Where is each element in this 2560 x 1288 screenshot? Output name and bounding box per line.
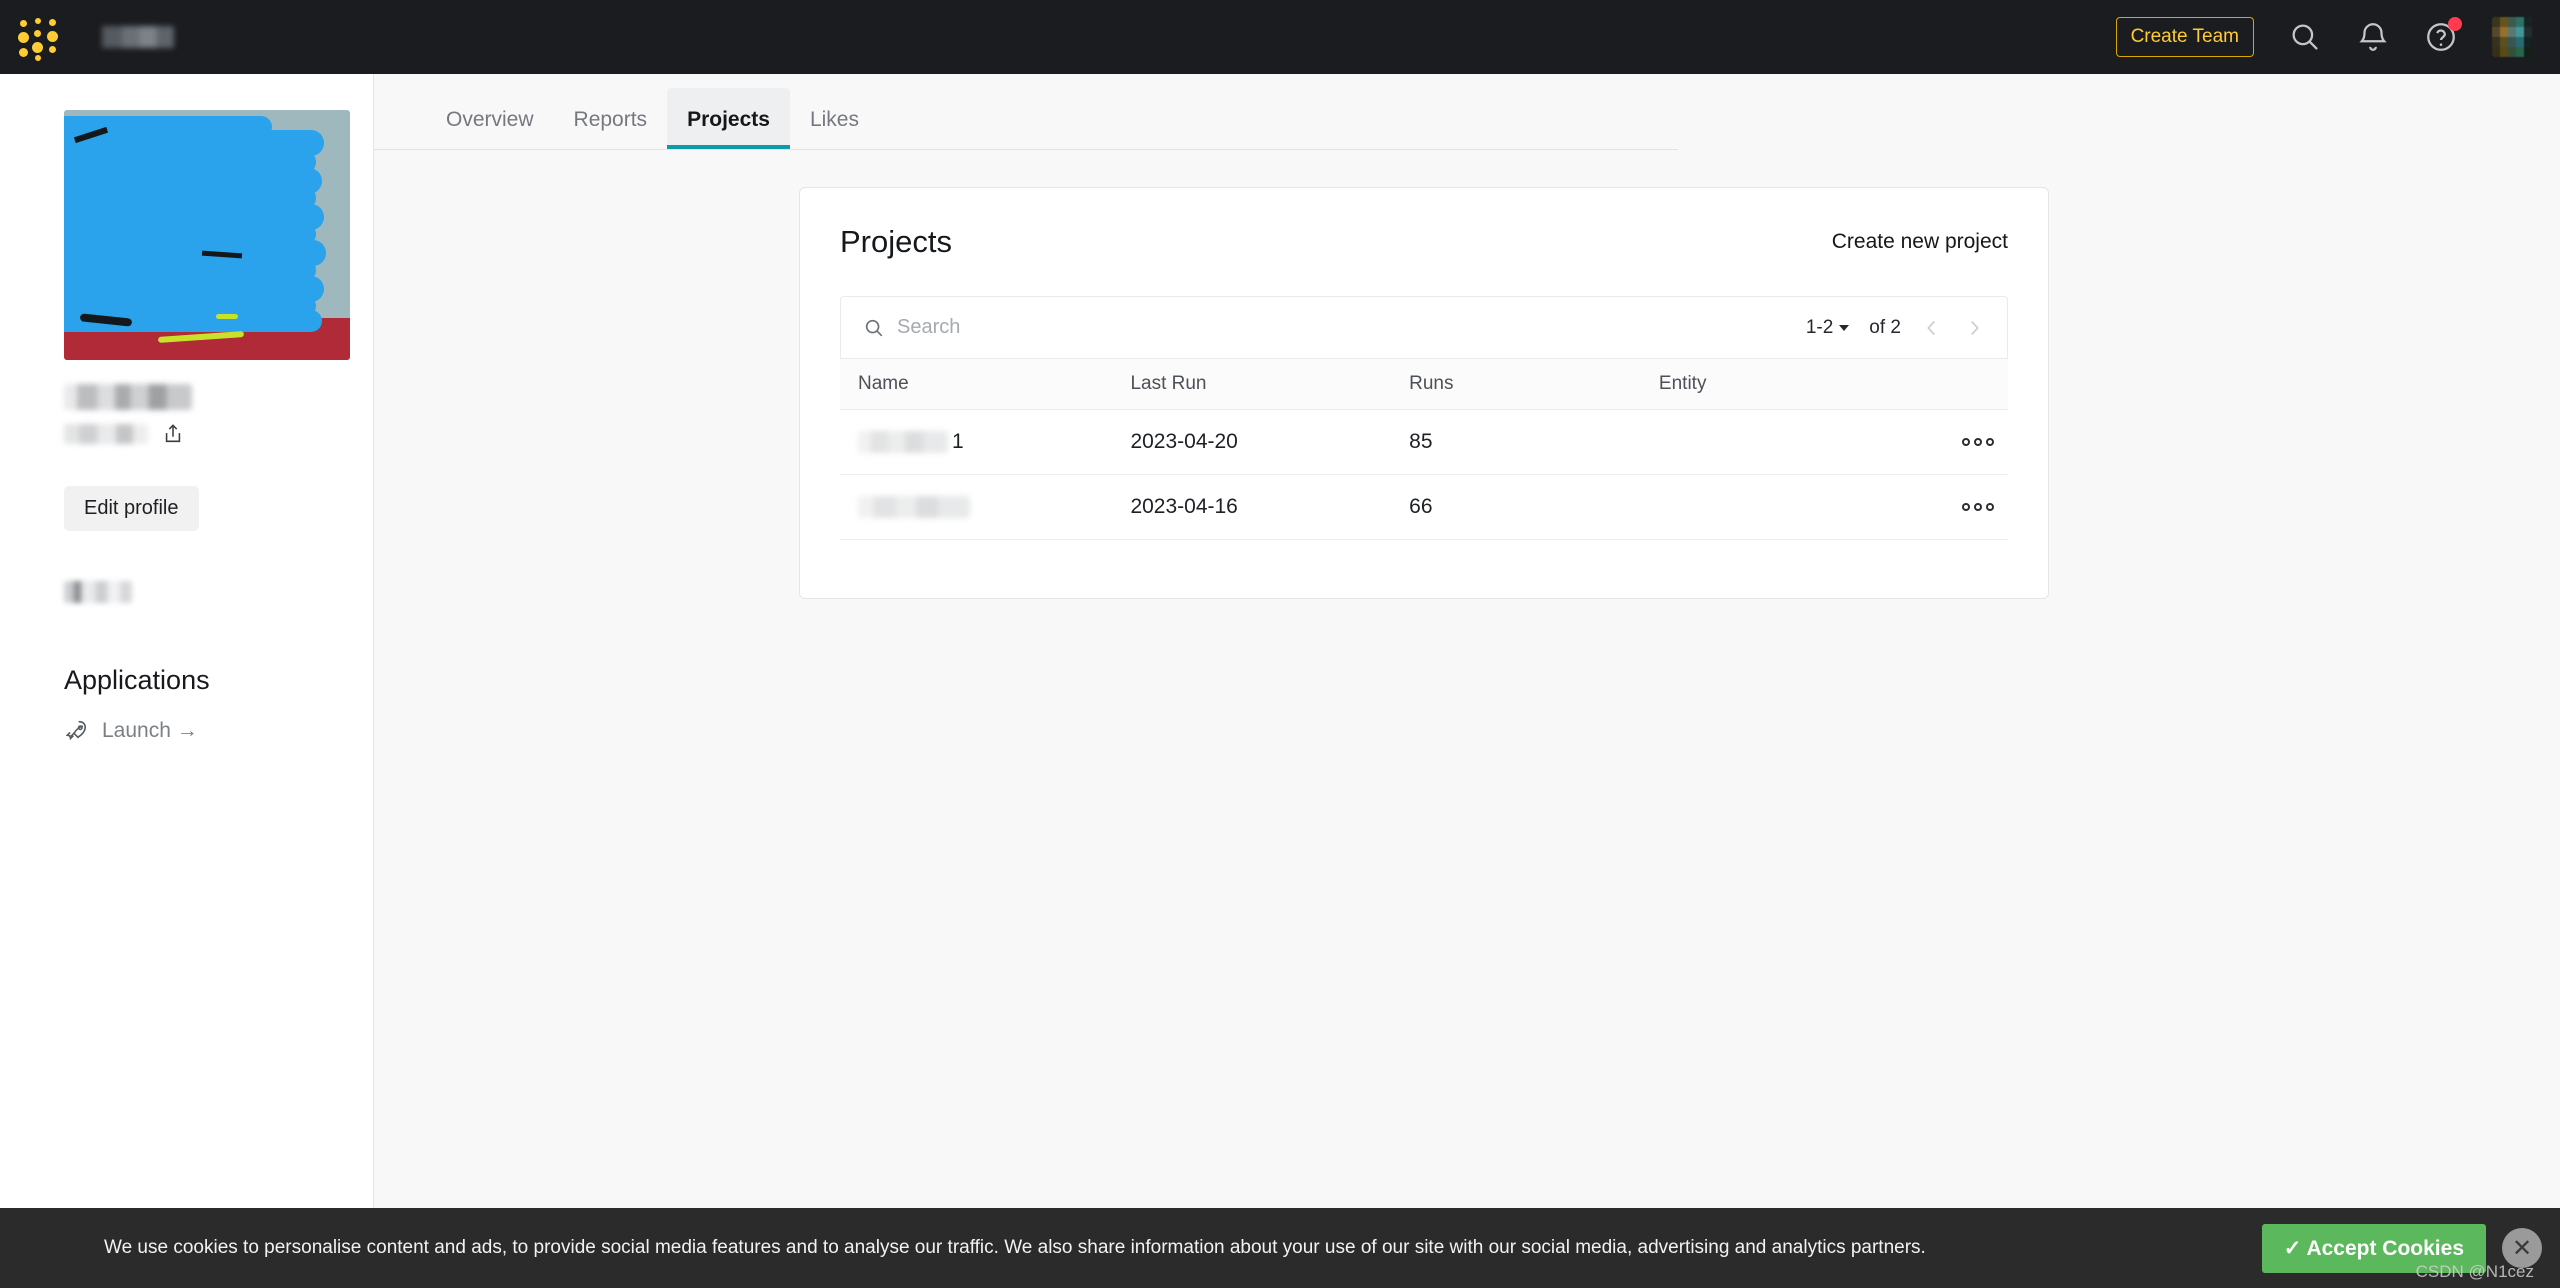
cookie-message: We use cookies to personalise content an…: [104, 1237, 1926, 1258]
tab-overview[interactable]: Overview: [426, 108, 554, 149]
column-header-runs[interactable]: Runs: [1391, 358, 1641, 410]
kebab-menu-icon[interactable]: [1947, 438, 2008, 446]
nav-username-redacted[interactable]: [102, 26, 174, 48]
accept-cookies-button[interactable]: ✓ Accept Cookies: [2261, 1223, 2486, 1273]
cell-entity: [1640, 409, 1929, 475]
cell-last-run: 2023-04-16: [1112, 474, 1392, 540]
profile-display-name-redacted: [64, 384, 192, 410]
nav-right-actions: Create Team: [2115, 17, 2532, 57]
tab-projects[interactable]: Projects: [667, 88, 790, 149]
profile-image-redacted[interactable]: [64, 110, 350, 360]
column-header-entity[interactable]: Entity: [1640, 358, 1929, 410]
user-avatar[interactable]: [2492, 17, 2532, 57]
table-row[interactable]: 2023-04-16 66: [840, 474, 2008, 540]
close-icon[interactable]: ✕: [2502, 1228, 2542, 1268]
cell-last-run: 2023-04-20: [1112, 409, 1392, 475]
cookie-actions: ✓ Accept Cookies ✕: [2261, 1223, 2542, 1273]
kebab-menu-icon[interactable]: [1947, 503, 2008, 511]
chevron-left-icon[interactable]: [1921, 317, 1943, 339]
top-navigation-bar: Create Team: [0, 0, 2560, 74]
pagination-total-label: of 2: [1869, 316, 1901, 338]
cell-entity: [1640, 474, 1929, 540]
cell-project-name[interactable]: [840, 474, 1113, 540]
pagination-range-dropdown[interactable]: 1-2: [1805, 316, 1850, 339]
page-body: Edit profile Applications Launch → Overv…: [0, 74, 2560, 1288]
rocket-icon: [64, 718, 90, 744]
main-content: Overview Reports Projects Likes Projects…: [374, 74, 2560, 1288]
pagination-controls: 1-2 of 2: [1806, 317, 1985, 339]
cookie-consent-banner: We use cookies to personalise content an…: [0, 1208, 2560, 1288]
pagination-range-label: 1-2: [1805, 316, 1834, 338]
projects-card: Projects Create new project 1-2: [799, 187, 2049, 599]
table-row[interactable]: 1 2023-04-20 85: [840, 409, 2008, 475]
cell-runs: 85: [1391, 409, 1641, 475]
search-input[interactable]: [897, 316, 1317, 339]
column-header-last-run[interactable]: Last Run: [1112, 358, 1392, 410]
profile-sidebar: Edit profile Applications Launch →: [0, 74, 374, 1288]
cell-runs: 66: [1391, 474, 1641, 540]
create-team-button[interactable]: Create Team: [2115, 17, 2254, 57]
table-header-row: Name Last Run Runs Entity: [840, 358, 2008, 410]
column-header-actions: [1928, 358, 2008, 410]
project-name-redacted: [858, 431, 948, 453]
create-new-project-button[interactable]: Create new project: [1832, 230, 2008, 254]
edit-profile-button[interactable]: Edit profile: [64, 486, 199, 531]
chevron-right-icon[interactable]: [1963, 317, 1985, 339]
profile-handle-row: [64, 422, 373, 446]
share-icon[interactable]: [162, 422, 184, 446]
projects-toolbar: 1-2 of 2: [840, 296, 2008, 358]
search-icon: [863, 317, 885, 339]
profile-handle-redacted: [64, 424, 148, 444]
bell-icon[interactable]: [2356, 20, 2390, 54]
search-wrapper: [863, 316, 1806, 339]
launch-label: Launch →: [102, 719, 198, 742]
page-title: Projects: [840, 224, 952, 259]
project-name-redacted: [858, 496, 970, 518]
applications-heading: Applications: [64, 665, 210, 695]
launch-application-link[interactable]: Launch →: [64, 718, 373, 744]
projects-table: Name Last Run Runs Entity 1 2023-04-20 8…: [840, 358, 2008, 540]
cell-row-actions[interactable]: [1928, 409, 2008, 475]
tab-reports[interactable]: Reports: [554, 108, 668, 149]
chevron-down-icon: [1839, 324, 1850, 331]
column-header-name[interactable]: Name: [840, 358, 1113, 410]
profile-tabs: Overview Reports Projects Likes: [374, 74, 1678, 150]
search-icon[interactable]: [2288, 20, 2322, 54]
projects-card-header: Projects Create new project: [840, 224, 2008, 260]
project-name-suffix: 1: [952, 430, 964, 453]
question-circle-icon[interactable]: [2424, 17, 2462, 54]
notification-badge: [2448, 17, 2462, 31]
tab-likes[interactable]: Likes: [790, 108, 879, 149]
cell-project-name[interactable]: 1: [840, 409, 1113, 475]
cell-row-actions[interactable]: [1928, 474, 2008, 540]
sidebar-secondary-blur-redacted: [64, 581, 132, 603]
wandb-dots-logo[interactable]: [18, 15, 62, 61]
